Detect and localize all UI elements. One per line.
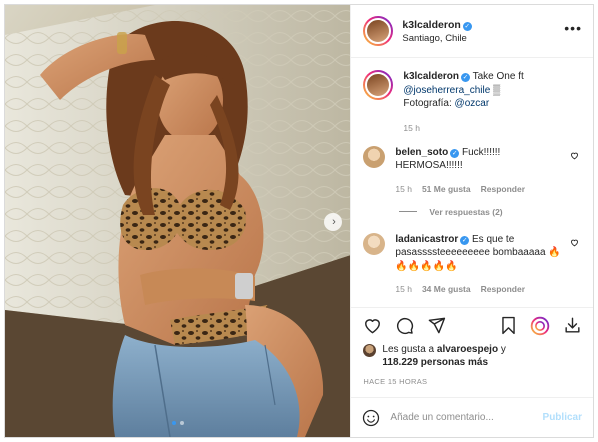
carousel-dot-1	[171, 421, 176, 425]
reply-button[interactable]: Responder	[481, 184, 525, 194]
author-username[interactable]: k3lcalderon	[402, 19, 460, 31]
caption-username[interactable]: k3lcalderon	[403, 71, 459, 82]
post-photo[interactable]: ›	[5, 5, 351, 437]
reply-button[interactable]: Responder	[481, 284, 525, 294]
photo-credit-label: Fotografía:	[403, 98, 452, 109]
comment-age[interactable]: 15 h	[395, 184, 412, 194]
photo-illustration	[5, 5, 351, 437]
bookmark-icon[interactable]	[498, 316, 518, 336]
comment-username[interactable]: belen_soto	[395, 147, 448, 158]
post-details-panel: k3lcalderon ✓ Santiago, Chile ••• k3lcald…	[350, 5, 593, 437]
post-modal: › k3lcalderon ✓ Santiago, Chile ••• k3lc…	[4, 4, 594, 438]
comment-item: ladanicastror ✓ Es que te pasassssteeeeee…	[363, 232, 581, 294]
action-bar	[351, 307, 593, 343]
liker-avatar[interactable]	[363, 344, 377, 357]
verified-badge-icon: ✓	[450, 148, 460, 158]
comment-likes[interactable]: 34 Me gusta	[422, 284, 471, 294]
caption-age[interactable]: 15 h	[403, 123, 420, 133]
caption: k3lcalderon ✓ Take One ft @joseherrera_ch…	[363, 70, 581, 133]
verified-badge-icon: ✓	[462, 21, 472, 31]
add-comment-bar: Publicar	[351, 397, 593, 437]
publish-button[interactable]: Publicar	[543, 412, 582, 423]
emoji-icon[interactable]	[362, 409, 380, 427]
more-options-icon[interactable]: •••	[564, 21, 582, 35]
comment-like-icon[interactable]	[570, 238, 579, 247]
post-header: k3lcalderon ✓ Santiago, Chile •••	[351, 5, 593, 58]
comment-age[interactable]: 15 h	[395, 284, 412, 294]
caption-text: Take One ft	[472, 71, 524, 82]
photo-credit-mention[interactable]: @ozcar	[455, 98, 490, 109]
caption-mention[interactable]: @joseherrera_chile	[403, 85, 490, 96]
comments-section: k3lcalderon ✓ Take One ft @joseherrera_ch…	[351, 58, 593, 307]
post-timestamp[interactable]: HACE 15 HORAS	[351, 377, 593, 397]
post-location[interactable]: Santiago, Chile	[402, 33, 564, 44]
view-replies-button[interactable]: Ver respuestas (2)	[399, 207, 581, 217]
commenter-avatar[interactable]	[363, 232, 386, 255]
caption-author-avatar[interactable]	[363, 70, 394, 100]
download-icon[interactable]	[562, 316, 582, 336]
view-replies-label: Ver respuestas (2)	[429, 206, 503, 217]
reels-icon[interactable]	[530, 316, 550, 336]
caption-symbol: ▒	[493, 84, 501, 96]
verified-badge-icon: ✓	[461, 73, 470, 82]
comment-item: belen_soto ✓ Fuck!!!!!! HERMOSA!!!!!! 15 …	[363, 145, 581, 194]
comment-input[interactable]	[390, 412, 543, 423]
likes-summary: Les gusta a alvaroespejo y 118.229 perso…	[351, 343, 593, 377]
chevron-right-icon: ›	[332, 215, 336, 228]
share-icon[interactable]	[426, 316, 446, 336]
verified-badge-icon: ✓	[460, 235, 470, 245]
commenter-avatar[interactable]	[363, 145, 386, 168]
comment-like-icon[interactable]	[570, 151, 579, 160]
comment-likes[interactable]: 51 Me gusta	[422, 184, 471, 194]
comment-icon[interactable]	[394, 316, 414, 336]
likes-joiner: y	[500, 344, 506, 355]
liker-username[interactable]: alvaroespejo	[437, 344, 498, 355]
carousel-indicator	[5, 421, 350, 425]
likes-prefix: Les gusta a	[382, 344, 435, 355]
replies-divider	[399, 211, 418, 212]
carousel-dot-2	[179, 421, 184, 425]
heart-icon[interactable]	[362, 316, 382, 336]
comment-username[interactable]: ladanicastror	[395, 234, 458, 245]
author-avatar[interactable]	[363, 16, 394, 46]
likes-count[interactable]: 118.229 personas más	[382, 357, 488, 368]
